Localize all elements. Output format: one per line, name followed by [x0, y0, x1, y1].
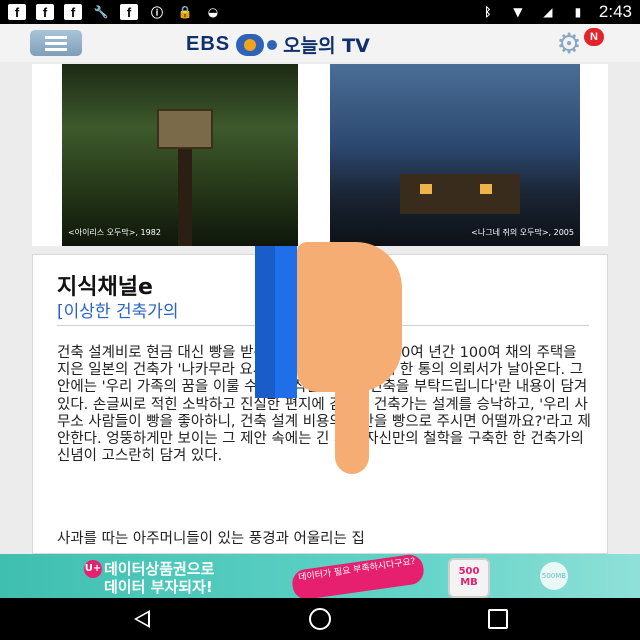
- facebook-icon: f: [120, 4, 138, 20]
- logo-brand: EBS: [186, 33, 231, 55]
- signal-icon: ◢: [543, 5, 553, 19]
- screen: f f f 🔧 f ⓘ 🔒 ◒ ᛒ ▼ ◢ ▮ 2:43 EBS 오늘의 TV …: [0, 0, 640, 640]
- alert-icon: ⓘ: [150, 5, 163, 20]
- status-bar: f f f 🔧 f ⓘ 🔒 ◒ ᛒ ▼ ◢ ▮ 2:43: [0, 0, 640, 24]
- notification-icons: f f f 🔧 f ⓘ 🔒 ◒: [8, 4, 222, 20]
- gear-icon[interactable]: ⚙: [555, 30, 583, 58]
- logo-title: 오늘의 TV: [283, 35, 370, 57]
- android-icon: ◒: [207, 5, 219, 19]
- home-icon: [309, 608, 331, 630]
- photo-caption: <아이리스 오두막>, 1982: [68, 228, 161, 237]
- facebook-icon: f: [36, 4, 54, 20]
- menu-icon: [45, 35, 67, 39]
- app-logo[interactable]: EBS 오늘의 TV: [186, 31, 370, 58]
- logo-mark-icon: [236, 33, 278, 56]
- app-header: EBS 오늘의 TV ⚙ N: [0, 24, 640, 62]
- clock: 2:43: [598, 2, 632, 21]
- battery-icon: ▮: [574, 5, 582, 19]
- article-subtitle[interactable]: [이상한 건축가의: [57, 297, 179, 322]
- home-button[interactable]: [300, 606, 340, 632]
- uplus-logo: U+: [84, 560, 102, 578]
- lock-icon: 🔒: [177, 5, 193, 19]
- notification-badge: N: [584, 28, 604, 46]
- back-button[interactable]: [122, 606, 162, 632]
- photo-caption: <나그네 쥐의 오두막>, 2005: [471, 228, 574, 237]
- back-icon: [134, 610, 150, 628]
- facebook-icon: f: [8, 4, 26, 20]
- article-body-next: 사과를 따는 아주머니들이 있는 풍경과 어울리는 집: [57, 531, 365, 547]
- recent-apps-button[interactable]: [478, 606, 518, 632]
- bluetooth-icon: ᛒ: [484, 5, 492, 19]
- navigation-bar: [0, 598, 640, 640]
- wrench-icon: 🔧: [93, 5, 109, 19]
- ad-banner[interactable]: U+ 데이터상품권으로 데이터 부자되자! 데이터가 필요 부족하시다구요? 5…: [0, 554, 640, 598]
- ad-tagline: 데이터 부자되자!: [104, 578, 213, 596]
- recent-apps-icon: [488, 609, 508, 629]
- thumbs-down-icon: [255, 242, 405, 482]
- coin-icon: 500MB: [540, 562, 568, 590]
- photo-strip: <아이리스 오두막>, 1982 <나그네 쥐의 오두막>, 2005: [32, 64, 608, 246]
- system-status: ᛒ ▼ ◢ ▮ 2:43: [479, 2, 632, 22]
- treehouse-photo: <아이리스 오두막>, 1982: [62, 64, 298, 246]
- cabin-photo: <나그네 쥐의 오두막>, 2005: [330, 64, 580, 246]
- wifi-icon: ▼: [513, 5, 523, 19]
- facebook-icon: f: [64, 4, 82, 20]
- phone-icon: 500 MB: [448, 558, 490, 598]
- article-content[interactable]: <아이리스 오두막>, 1982 <나그네 쥐의 오두막>, 2005 지식채널…: [0, 62, 640, 554]
- menu-button[interactable]: [30, 30, 82, 56]
- ad-speech-bubble: 데이터가 필요 부족하시다구요?: [290, 554, 426, 598]
